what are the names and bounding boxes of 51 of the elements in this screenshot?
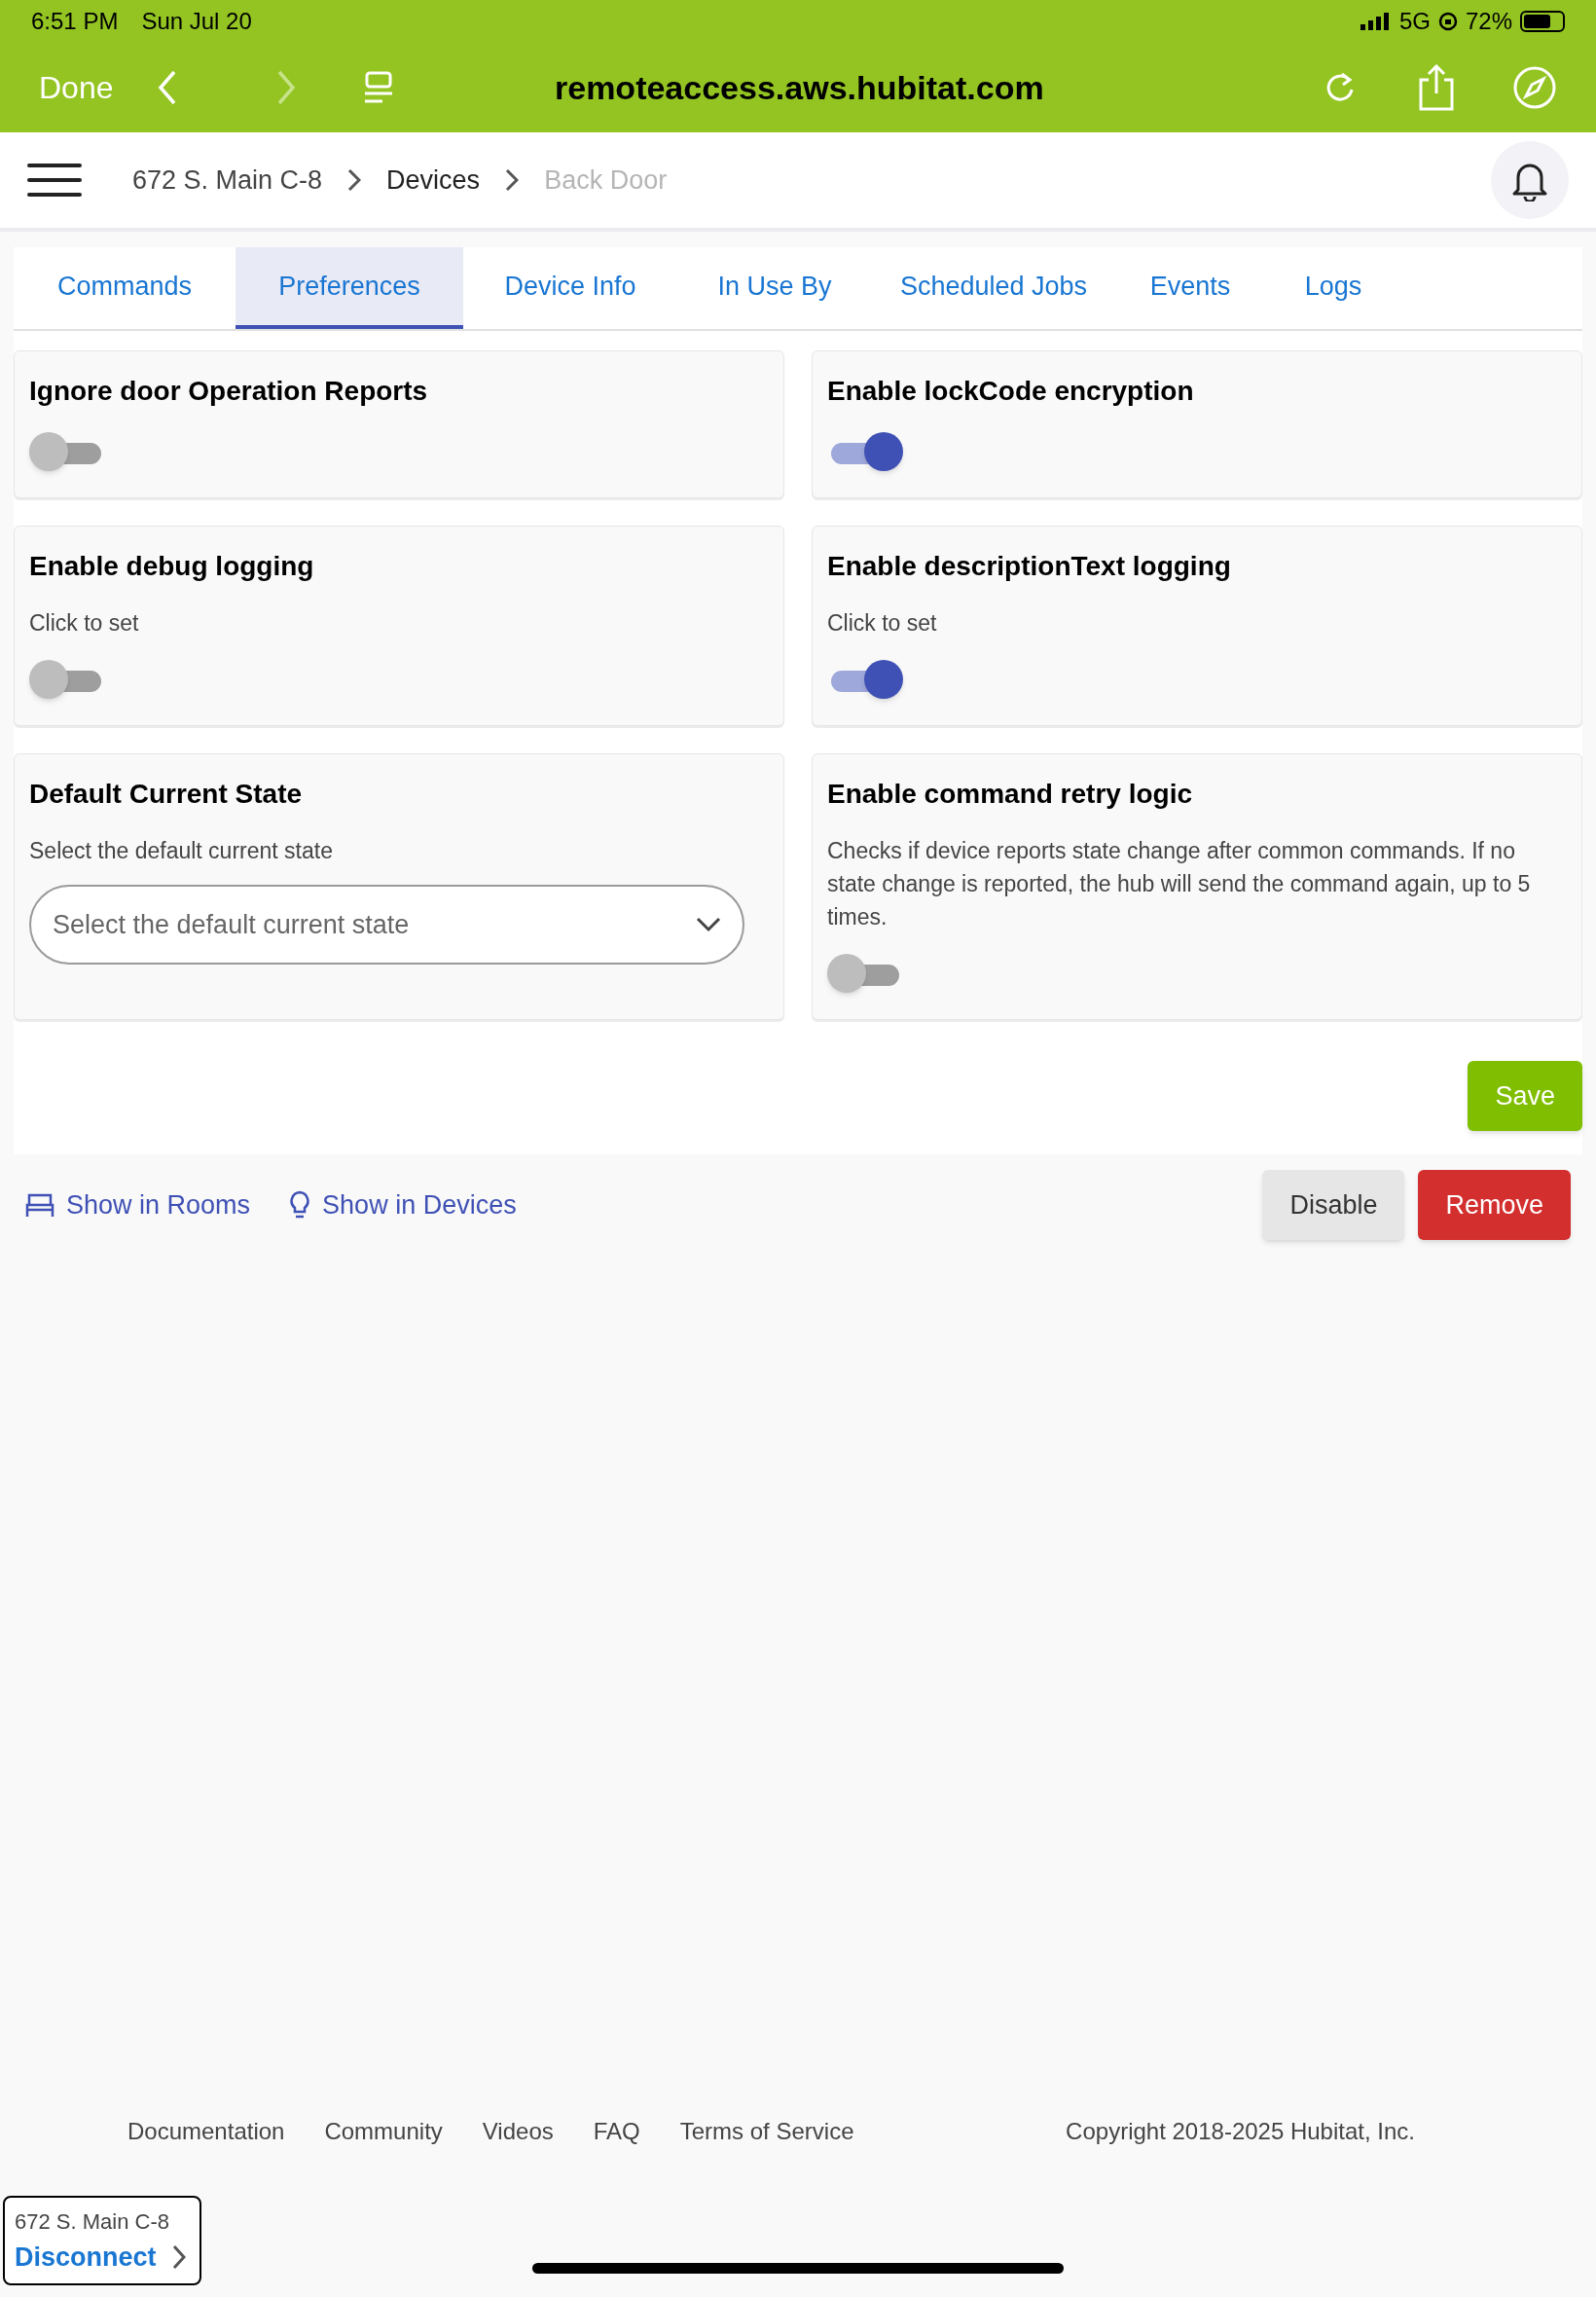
preference-description: Checks if device reports state change after common commands. If no state change is reported, the hub will send the command again, up to 5 times. bbox=[827, 837, 1532, 931]
bed-icon bbox=[25, 1192, 54, 1218]
rotation-lock-icon bbox=[1437, 12, 1458, 31]
menu-icon[interactable] bbox=[27, 162, 82, 199]
tab[interactable]: Device Info bbox=[463, 247, 677, 329]
select-field[interactable]: Select the default current state bbox=[29, 885, 744, 965]
preference-title: Enable command retry logic bbox=[827, 778, 1193, 811]
show-link[interactable]: Show in Rooms bbox=[25, 1185, 251, 1225]
disconnect-link[interactable]: Disconnect bbox=[15, 2238, 190, 2278]
footer-link[interactable]: Community bbox=[324, 2114, 443, 2149]
status-date: Sun Jul 20 bbox=[141, 7, 252, 36]
battery-percent: 72% bbox=[1465, 7, 1512, 36]
tab[interactable]: Logs bbox=[1265, 247, 1401, 329]
tab[interactable]: Commands bbox=[14, 247, 236, 329]
copyright-text: Copyright 2018-2025 Hubitat, Inc. bbox=[1066, 2117, 1415, 2146]
preference-title: Enable lockCode encryption bbox=[827, 375, 1195, 408]
remove-button[interactable]: Remove bbox=[1418, 1170, 1571, 1240]
tab[interactable]: In Use By bbox=[677, 247, 872, 329]
footer-link[interactable]: Documentation bbox=[127, 2114, 285, 2149]
share-icon[interactable] bbox=[1417, 64, 1456, 111]
hub-name: 672 S. Main C-8 bbox=[15, 2208, 170, 2236]
chevron-icon bbox=[347, 168, 362, 192]
preference-description: Click to set bbox=[827, 609, 938, 638]
status-time: 6:51 PM bbox=[31, 7, 119, 36]
tab[interactable]: Scheduled Jobs bbox=[872, 247, 1115, 329]
preference-description: Click to set bbox=[29, 609, 140, 638]
compass-icon[interactable] bbox=[1512, 65, 1557, 110]
chevron-icon bbox=[505, 168, 520, 192]
dropdown-icon bbox=[696, 917, 721, 932]
signal-icon bbox=[1360, 13, 1392, 30]
lightbulb-icon bbox=[289, 1190, 311, 1220]
preference-title: Enable descriptionText logging bbox=[827, 550, 1232, 583]
disable-button[interactable]: Disable bbox=[1262, 1170, 1405, 1240]
preference-title: Ignore door Operation Reports bbox=[29, 375, 429, 408]
reader-icon[interactable] bbox=[362, 71, 394, 104]
breadcrumb-link[interactable]: Devices bbox=[386, 160, 481, 201]
back-icon[interactable] bbox=[156, 70, 178, 105]
preference-title: Default Current State bbox=[29, 778, 304, 811]
preference-title: Enable debug logging bbox=[29, 550, 315, 583]
chevron-icon bbox=[171, 2244, 186, 2271]
footer-link[interactable]: Terms of Service bbox=[679, 2114, 854, 2149]
footer-link[interactable]: FAQ bbox=[593, 2114, 640, 2149]
url-text: remoteaccess.aws.hubitat.com bbox=[555, 67, 1044, 108]
preference-description: Select the default current state bbox=[29, 837, 334, 865]
footer-link[interactable]: Videos bbox=[482, 2114, 554, 2149]
tab[interactable]: Preferences bbox=[236, 247, 463, 329]
breadcrumb-link[interactable]: 672 S. Main C-8 bbox=[132, 160, 323, 201]
tab[interactable]: Events bbox=[1115, 247, 1265, 329]
battery-icon bbox=[1520, 11, 1565, 32]
network-label: 5G bbox=[1398, 7, 1431, 36]
show-link[interactable]: Show in Devices bbox=[289, 1185, 517, 1225]
